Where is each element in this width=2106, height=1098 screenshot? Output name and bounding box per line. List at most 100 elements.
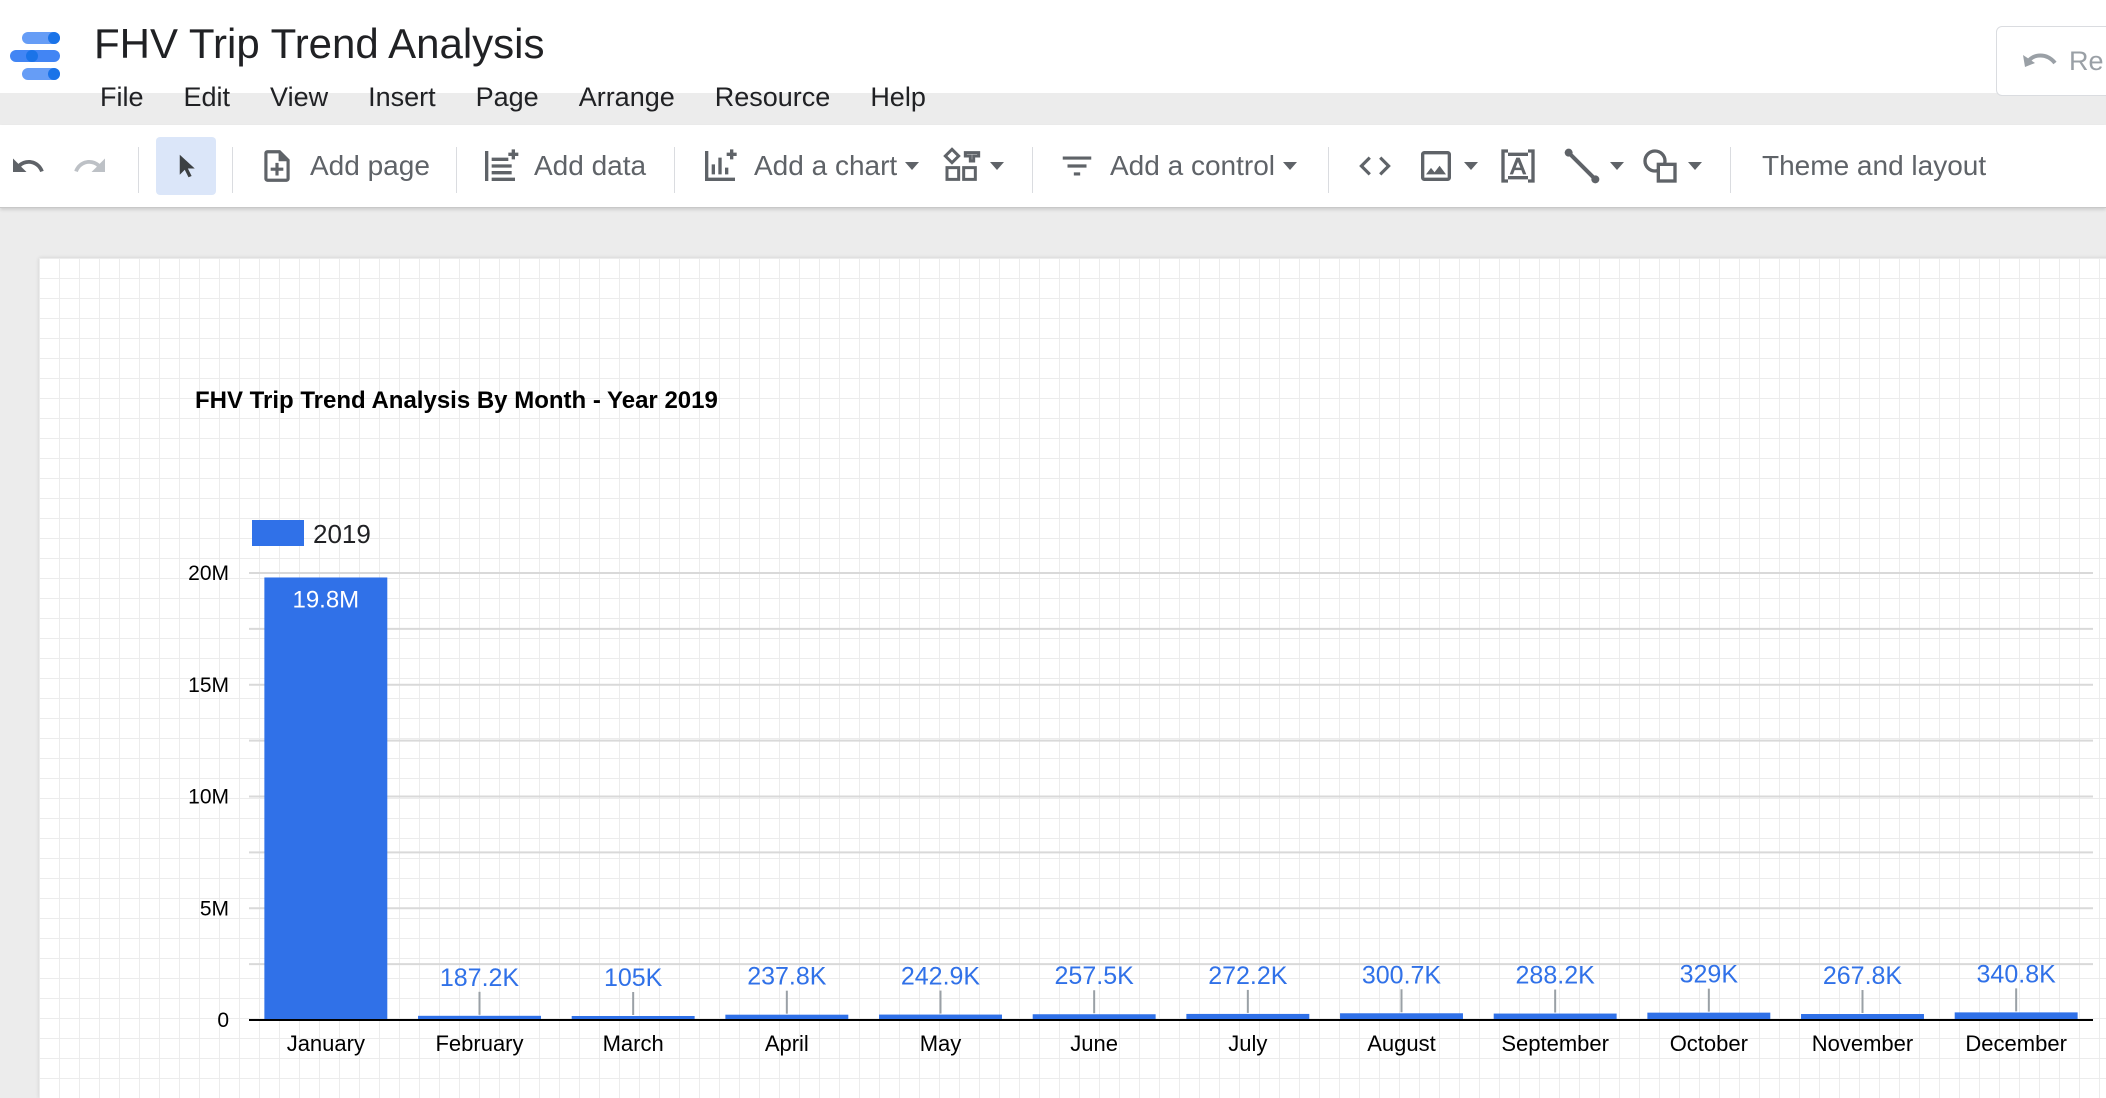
menu-bar: File Edit View Insert Page Arrange Resou…: [80, 77, 946, 117]
chevron-down-icon: [1610, 162, 1624, 170]
menu-view[interactable]: View: [250, 77, 348, 117]
report-title[interactable]: FHV Trip Trend Analysis: [94, 18, 545, 70]
x-tick-label: December: [1965, 1031, 2066, 1056]
data-label: 237.8K: [747, 963, 827, 991]
bar[interactable]: [1340, 1013, 1463, 1020]
add-page-icon: [264, 150, 290, 182]
toolbar-divider: [456, 147, 457, 193]
menu-help[interactable]: Help: [850, 77, 946, 117]
menu-file[interactable]: File: [80, 77, 164, 117]
data-label: 300.7K: [1362, 961, 1442, 989]
add-chart-label: Add a chart: [754, 150, 898, 181]
redo-icon: [74, 158, 105, 172]
add-control-label: Add a control: [1110, 150, 1275, 181]
x-tick-label: July: [1228, 1031, 1267, 1056]
chart-legend[interactable]: 2019: [252, 519, 371, 549]
filter-control-icon: [1062, 156, 1092, 176]
chevron-down-icon: [1464, 162, 1478, 170]
toolbar: Add page Add data Add a chart Add a cont…: [0, 125, 2106, 208]
menu-insert[interactable]: Insert: [348, 77, 456, 117]
bar[interactable]: [1954, 1012, 2078, 1020]
legend-swatch: [252, 520, 304, 546]
y-tick-label: 10M: [188, 786, 229, 809]
chevron-down-icon: [990, 162, 1004, 170]
menu-edit[interactable]: Edit: [164, 77, 251, 117]
data-label: 288.2K: [1516, 962, 1596, 990]
x-tick-label: March: [603, 1031, 664, 1056]
x-tick-label: August: [1367, 1031, 1436, 1056]
shape-icon: [1643, 149, 1677, 183]
redo-button[interactable]: [72, 137, 108, 195]
insert-image-button[interactable]: [1416, 137, 1478, 195]
toolbar-divider: [1328, 147, 1329, 193]
select-tool-button[interactable]: [156, 137, 216, 195]
cursor-icon: [179, 154, 195, 178]
x-tick-label: April: [765, 1031, 809, 1056]
add-page-label: Add page: [310, 150, 430, 181]
embed-url-button[interactable]: [1354, 137, 1396, 195]
add-chart-button[interactable]: Add a chart: [700, 137, 920, 195]
data-label: 187.2K: [440, 964, 520, 992]
bar-chart[interactable]: FHV Trip Trend Analysis By Month - Year …: [39, 258, 2106, 1098]
data-label: 257.5K: [1055, 962, 1135, 990]
toolbar-divider: [138, 147, 139, 193]
y-tick-label: 0: [217, 1009, 229, 1032]
data-label: 19.8M: [292, 586, 359, 613]
data-label: 329K: [1680, 961, 1739, 989]
data-label: 242.9K: [901, 963, 981, 991]
reset-label: Re: [2069, 45, 2104, 76]
menu-page[interactable]: Page: [456, 77, 559, 117]
reset-icon: [2023, 53, 2057, 67]
community-viz-icon: [943, 147, 981, 181]
x-tick-label: October: [1670, 1031, 1748, 1056]
menu-arrange[interactable]: Arrange: [559, 77, 695, 117]
x-tick-label: February: [435, 1031, 523, 1056]
reset-button[interactable]: Re: [1996, 26, 2106, 96]
chevron-down-icon: [1688, 162, 1702, 170]
legend-label: 2019: [313, 519, 371, 549]
add-data-label: Add data: [534, 150, 647, 181]
chevron-down-icon: [905, 162, 920, 170]
chevron-down-icon: [1283, 162, 1297, 170]
chart-gridlines: [249, 572, 2093, 966]
y-axis-labels: 0 5M 10M 15M 20M: [188, 562, 229, 1032]
menu-resource[interactable]: Resource: [695, 77, 851, 117]
line-icon: [1564, 148, 1600, 184]
add-chart-icon: [705, 149, 737, 181]
chart-title: FHV Trip Trend Analysis By Month - Year …: [195, 387, 718, 414]
y-tick-label: 15M: [188, 674, 229, 697]
toolbar-divider: [1730, 147, 1731, 193]
report-canvas[interactable]: FHV Trip Trend Analysis By Month - Year …: [39, 258, 2106, 1098]
add-data-button[interactable]: Add data: [480, 137, 646, 195]
x-tick-label: January: [287, 1031, 365, 1056]
y-tick-label: 5M: [200, 897, 229, 920]
x-axis-labels: January February March April May June July Augu…: [287, 1031, 2067, 1056]
add-page-button[interactable]: Add page: [258, 137, 430, 195]
bar[interactable]: [1647, 1012, 1771, 1020]
x-tick-label: September: [1501, 1031, 1609, 1056]
bar[interactable]: [264, 577, 388, 1020]
app-header: FHV Trip Trend Analysis File Edit View I…: [0, 0, 2106, 112]
embed-code-icon: [1359, 156, 1391, 176]
theme-and-layout-button[interactable]: Theme and layout: [1748, 137, 1986, 195]
toolbar-divider: [232, 147, 233, 193]
add-control-button[interactable]: Add a control: [1058, 137, 1297, 195]
y-tick-label: 20M: [188, 562, 229, 585]
insert-line-button[interactable]: [1562, 137, 1624, 195]
toolbar-divider: [1032, 147, 1033, 193]
theme-and-layout-label: Theme and layout: [1762, 150, 1987, 181]
data-label: 267.8K: [1823, 962, 1903, 990]
undo-icon: [13, 158, 44, 172]
undo-button[interactable]: [10, 137, 46, 195]
add-data-icon: [485, 149, 519, 181]
insert-text-button[interactable]: [1498, 137, 1538, 195]
data-label: 105K: [604, 964, 663, 992]
text-box-icon: [1501, 149, 1535, 183]
data-studio-logo[interactable]: [8, 28, 68, 88]
insert-shape-button[interactable]: [1640, 137, 1702, 195]
x-tick-label: May: [920, 1031, 962, 1056]
x-tick-label: November: [1812, 1031, 1913, 1056]
x-tick-label: June: [1070, 1031, 1118, 1056]
data-label: 340.8K: [1977, 960, 2057, 988]
community-viz-button[interactable]: [942, 137, 1004, 195]
